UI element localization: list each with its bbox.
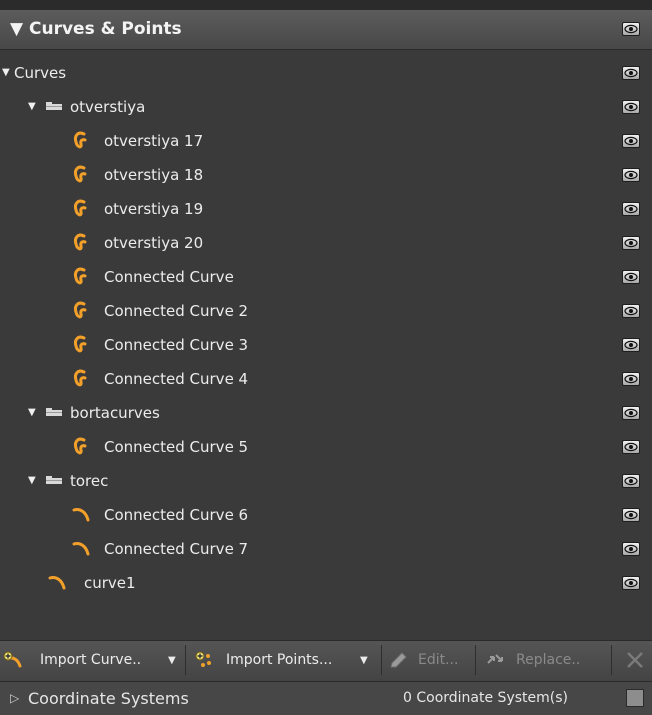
tree-row-curve[interactable]: Connected Curve xyxy=(0,260,652,294)
delete-button[interactable] xyxy=(614,645,652,675)
tree-row-curve[interactable]: otverstiya 18 xyxy=(0,158,652,192)
tree-row-curve[interactable]: curve1 xyxy=(0,566,652,600)
folder-label: bortacurves xyxy=(70,404,160,422)
import-points-label: Import Points... xyxy=(226,652,333,668)
folder-label: torec xyxy=(70,472,109,490)
curve-label: Connected Curve 2 xyxy=(104,302,249,320)
visibility-eye-icon[interactable] xyxy=(622,22,640,36)
pencil-icon xyxy=(390,652,407,668)
curves-points-panel: ▼ Curves & Points ▼ Curves ▼ otverstiya … xyxy=(0,10,652,715)
dropdown-arrow-icon[interactable]: ▼ xyxy=(168,655,176,666)
visibility-eye-icon[interactable] xyxy=(622,576,640,590)
visibility-eye-icon[interactable] xyxy=(622,168,640,182)
tree-row-folder-bortacurves[interactable]: ▼ bortacurves xyxy=(0,396,652,430)
tree-row-curves-root[interactable]: ▼ Curves xyxy=(0,56,652,90)
import-curve-label: Import Curve.. xyxy=(40,652,142,668)
curve-label: otverstiya 18 xyxy=(104,166,204,184)
visibility-eye-icon[interactable] xyxy=(622,304,640,318)
curve-label: otverstiya 19 xyxy=(104,200,204,218)
coordinate-systems-section[interactable]: ▷ Coordinate Systems 0 Coordinate System… xyxy=(0,682,652,715)
expand-arrow-icon[interactable]: ▼ xyxy=(28,102,36,112)
visibility-eye-icon[interactable] xyxy=(622,440,640,454)
tree-row-curve[interactable]: Connected Curve 7 xyxy=(0,532,652,566)
collapse-arrow-icon[interactable]: ▼ xyxy=(10,19,23,39)
curve-label: Connected Curve 5 xyxy=(104,438,249,456)
expand-triangle-icon[interactable]: ▷ xyxy=(10,691,19,705)
curve-label: otverstiya 20 xyxy=(104,234,204,252)
visibility-eye-icon[interactable] xyxy=(622,406,640,420)
visibility-eye-icon[interactable] xyxy=(622,100,640,114)
import-curve-icon xyxy=(3,651,22,668)
curve-label: Connected Curve 3 xyxy=(104,336,249,354)
visibility-toggle-box[interactable] xyxy=(626,689,644,707)
curve-label: otverstiya 17 xyxy=(104,132,204,150)
expand-arrow-icon[interactable]: ▼ xyxy=(28,408,36,418)
curves-tree: ▼ Curves ▼ otverstiya otverstiya 17 otve… xyxy=(0,56,652,636)
closed-curve-icon xyxy=(74,199,87,217)
closed-curve-icon xyxy=(74,437,87,455)
tree-row-curve[interactable]: otverstiya 19 xyxy=(0,192,652,226)
visibility-eye-icon[interactable] xyxy=(622,134,640,148)
visibility-eye-icon[interactable] xyxy=(622,66,640,80)
open-curve-icon xyxy=(48,576,66,590)
expand-arrow-icon[interactable]: ▼ xyxy=(2,68,10,78)
folder-icon xyxy=(46,102,62,110)
import-curve-button[interactable]: Import Curve.. ▼ xyxy=(0,645,186,675)
folder-label: otverstiya xyxy=(70,98,146,116)
replace-arrows-icon xyxy=(487,654,503,664)
tree-row-curve[interactable]: Connected Curve 6 xyxy=(0,498,652,532)
delete-x-icon xyxy=(627,652,643,668)
visibility-eye-icon[interactable] xyxy=(622,236,640,250)
curve-label: Connected Curve 4 xyxy=(104,370,249,388)
import-points-button[interactable]: Import Points... ▼ xyxy=(188,645,382,675)
dropdown-arrow-icon[interactable]: ▼ xyxy=(360,655,368,666)
closed-curve-icon xyxy=(74,335,87,353)
panel-title[interactable]: ▼ Curves & Points xyxy=(10,19,182,39)
closed-curve-icon xyxy=(74,267,87,285)
curve-label: Connected Curve xyxy=(104,268,234,286)
visibility-eye-icon[interactable] xyxy=(622,542,640,556)
closed-curve-icon xyxy=(74,369,87,387)
closed-curve-icon xyxy=(74,301,87,319)
visibility-eye-icon[interactable] xyxy=(622,372,640,386)
visibility-eye-icon[interactable] xyxy=(622,202,640,216)
tree-row-curve[interactable]: Connected Curve 2 xyxy=(0,294,652,328)
closed-curve-icon xyxy=(74,233,87,251)
coordinate-systems-count: 0 Coordinate System(s) xyxy=(403,690,568,706)
tree-row-folder-torec[interactable]: ▼ torec xyxy=(0,464,652,498)
import-points-icon xyxy=(195,651,211,667)
visibility-eye-icon[interactable] xyxy=(622,474,640,488)
coordinate-systems-title: Coordinate Systems xyxy=(28,689,189,708)
tree-row-curve[interactable]: otverstiya 20 xyxy=(0,226,652,260)
edit-button[interactable]: Edit... xyxy=(384,645,476,675)
visibility-eye-icon[interactable] xyxy=(622,338,640,352)
curve-label: Connected Curve 7 xyxy=(104,540,249,558)
tree-row-folder-otverstiya[interactable]: ▼ otverstiya xyxy=(0,90,652,124)
panel-title-label: Curves & Points xyxy=(29,19,182,39)
visibility-eye-icon[interactable] xyxy=(622,270,640,284)
tree-root-label: Curves xyxy=(14,64,67,82)
panel-header[interactable]: ▼ Curves & Points xyxy=(0,10,652,50)
replace-button[interactable]: Replace.. xyxy=(478,645,612,675)
open-curve-icon xyxy=(72,508,90,522)
curve-label: curve1 xyxy=(84,574,136,592)
tree-row-curve[interactable]: Connected Curve 3 xyxy=(0,328,652,362)
expand-arrow-icon[interactable]: ▼ xyxy=(28,476,36,486)
curve-label: Connected Curve 6 xyxy=(104,506,249,524)
closed-curve-icon xyxy=(74,131,87,149)
visibility-eye-icon[interactable] xyxy=(622,508,640,522)
tree-row-curve[interactable]: Connected Curve 5 xyxy=(0,430,652,464)
tree-row-curve[interactable]: Connected Curve 4 xyxy=(0,362,652,396)
folder-icon xyxy=(46,408,62,416)
tree-row-curve[interactable]: otverstiya 17 xyxy=(0,124,652,158)
curves-toolbar: Import Curve.. ▼ Import Points... ▼ Edit… xyxy=(0,640,652,682)
replace-label: Replace.. xyxy=(516,652,581,668)
folder-icon xyxy=(46,476,62,484)
closed-curve-icon xyxy=(74,165,87,183)
open-curve-icon xyxy=(72,542,90,556)
edit-label: Edit... xyxy=(418,652,459,668)
